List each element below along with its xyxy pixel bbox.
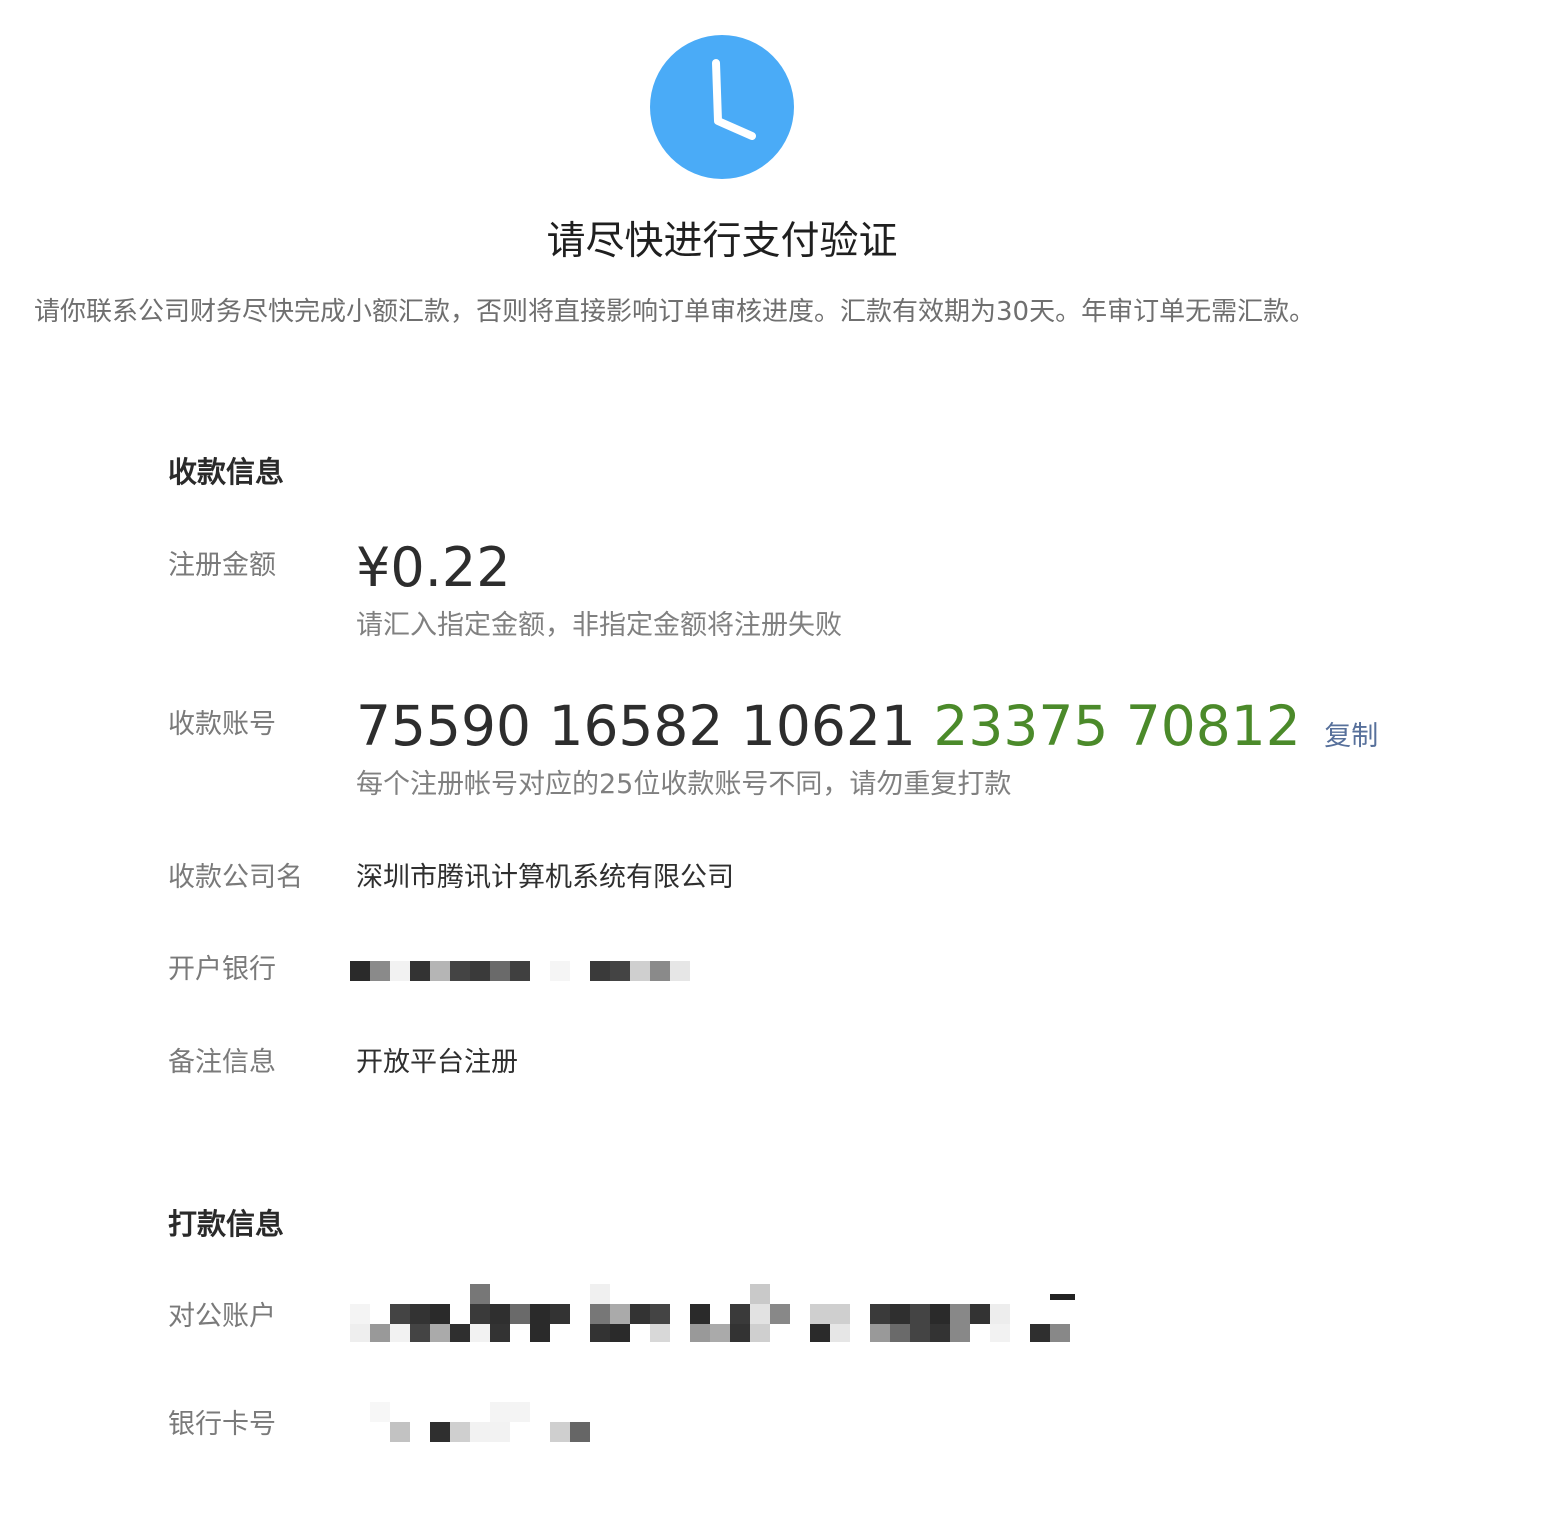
corporate-account-mosaic (350, 1284, 1075, 1342)
payment-section-title: 打款信息 (168, 1207, 285, 1241)
bank-card-mosaic (370, 1402, 590, 1442)
amount-hint: 请汇入指定金额，非指定金额将注册失败 (356, 610, 842, 641)
bank-label: 开户银行 (168, 954, 276, 985)
receive-section-title: 收款信息 (168, 455, 285, 489)
page-title: 请尽快进行支付验证 (546, 219, 898, 264)
clock-icon (650, 35, 794, 179)
account-number-plain: 75590 16582 10621 (356, 694, 916, 758)
company-value: 深圳市腾讯计算机系统有限公司 (356, 862, 734, 893)
account-number-highlight: 23375 70812 (933, 694, 1301, 758)
remark-label: 备注信息 (168, 1047, 276, 1078)
page-subtitle: 请你联系公司财务尽快完成小额汇款，否则将直接影响订单审核进度。汇款有效期为30天… (34, 297, 1316, 327)
corporate-account-label: 对公账户 (168, 1301, 276, 1332)
bank-card-label: 银行卡号 (168, 1409, 276, 1440)
account-label: 收款账号 (168, 709, 276, 740)
amount-value: ¥0.22 (356, 536, 511, 599)
remark-value: 开放平台注册 (356, 1047, 518, 1078)
copy-button[interactable]: 复制 (1324, 721, 1378, 752)
account-number: 75590 16582 10621 23375 70812 复制 (356, 694, 1378, 769)
account-hint: 每个注册帐号对应的25位收款账号不同，请勿重复打款 (356, 769, 1012, 800)
company-label: 收款公司名 (168, 862, 303, 893)
bank-value-mosaic (350, 961, 690, 981)
amount-label: 注册金额 (168, 550, 276, 581)
